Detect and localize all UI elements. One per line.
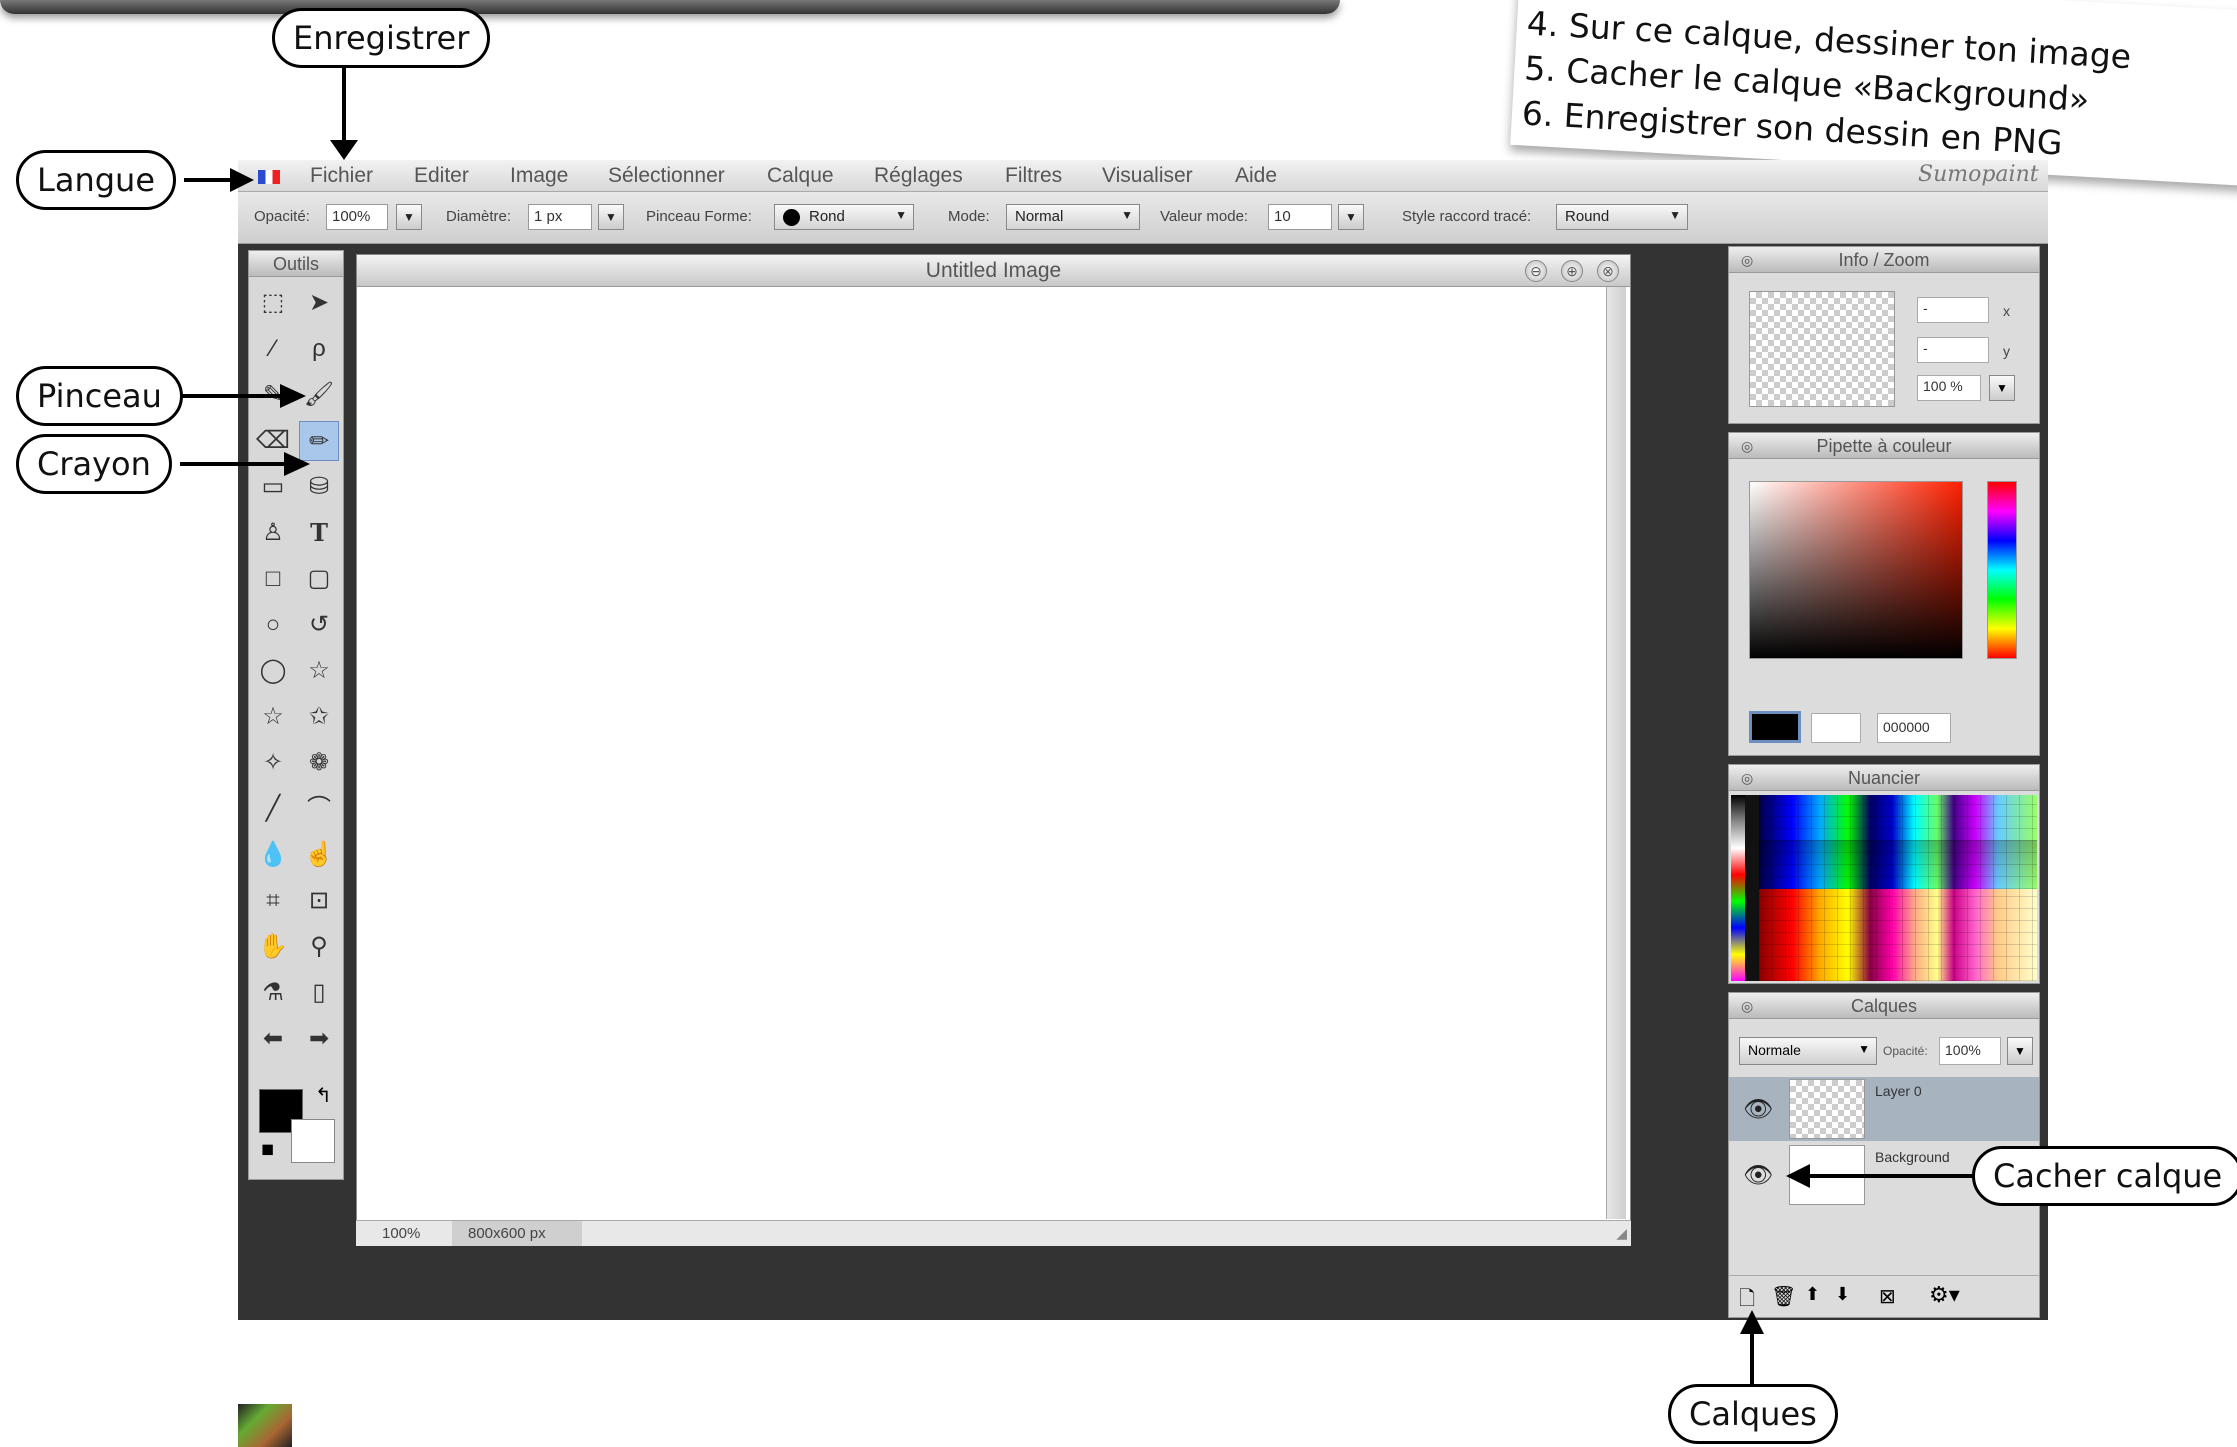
callout-langue: Langue	[16, 150, 176, 210]
callout-pinceau: Pinceau	[16, 366, 183, 426]
arrowhead-enregistrer	[330, 140, 358, 160]
arrowhead-langue	[230, 168, 254, 192]
callout-crayon: Crayon	[16, 434, 172, 494]
callout-calques: Calques	[1668, 1384, 1838, 1444]
arrowhead-pinceau	[280, 384, 306, 408]
arrowhead-cacher-calque	[1786, 1164, 1810, 1188]
arrowhead-calques	[1740, 1310, 1764, 1334]
callout-cacher-calque: Cacher calque	[1972, 1146, 2237, 1206]
callout-enregistrer: Enregistrer	[272, 8, 491, 68]
annotation-arrows	[180, 66, 1976, 1388]
arrowhead-crayon	[284, 452, 310, 476]
